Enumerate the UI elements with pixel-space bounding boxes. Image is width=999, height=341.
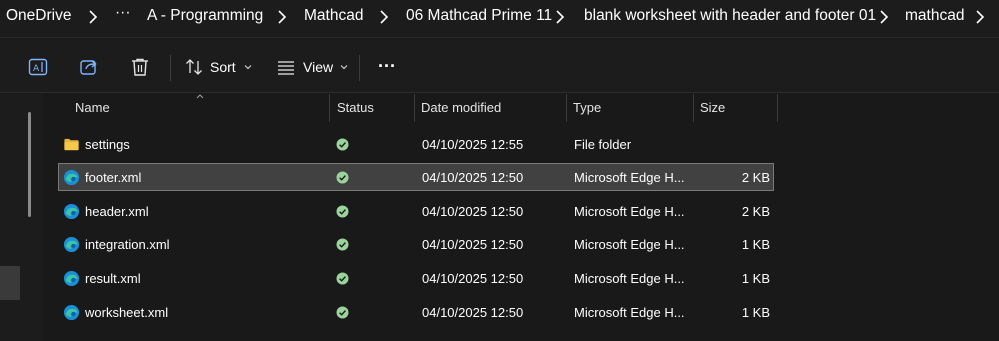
file-size: 1 KB	[741, 271, 770, 286]
view-icon	[278, 61, 294, 75]
synced-check-icon	[336, 272, 349, 285]
chevron-down-icon	[340, 65, 348, 70]
file-type: Microsoft Edge H...	[574, 305, 685, 320]
command-bar: A Sort View ···	[0, 39, 999, 93]
file-row-header-xml[interactable]: header.xml 04/10/2025 12:50 Microsoft Ed…	[58, 197, 774, 225]
folder-icon	[64, 138, 79, 151]
edge-icon	[63, 236, 80, 253]
breadcrumb-item-onedrive[interactable]: OneDrive	[6, 7, 71, 25]
file-type: Microsoft Edge H...	[574, 271, 685, 286]
column-divider[interactable]	[777, 94, 778, 122]
edge-icon	[63, 304, 80, 321]
file-size: 2 KB	[741, 170, 770, 185]
file-size: 1 KB	[741, 305, 770, 320]
file-row-settings[interactable]: settings 04/10/2025 12:55 File folder	[58, 130, 774, 158]
view-label: View	[303, 59, 334, 75]
file-size: 1 KB	[741, 237, 770, 252]
file-name: result.xml	[85, 271, 141, 286]
synced-check-icon	[336, 171, 349, 184]
synced-check-icon	[336, 138, 349, 151]
column-header-status[interactable]: Status	[337, 100, 374, 115]
toolbar-divider	[170, 55, 171, 81]
share-icon	[80, 60, 97, 75]
column-header-name[interactable]: Name	[75, 100, 110, 115]
synced-check-icon	[336, 238, 349, 251]
navigation-selected-item[interactable]	[0, 266, 20, 300]
toolbar-divider	[359, 55, 360, 81]
chevron-right-icon[interactable]	[553, 8, 567, 26]
chevron-right-icon[interactable]	[275, 8, 289, 26]
column-divider[interactable]	[414, 94, 415, 122]
column-divider[interactable]	[329, 94, 330, 122]
breadcrumb: OneDrive ··· A - Programming Mathcad 06 …	[0, 0, 999, 38]
breadcrumb-item-mathcad-folder[interactable]: mathcad	[905, 7, 964, 25]
file-type: Microsoft Edge H...	[574, 237, 685, 252]
synced-check-icon	[336, 306, 349, 319]
file-date-modified: 04/10/2025 12:50	[422, 170, 524, 185]
sort-icon	[186, 59, 202, 75]
file-row-result-xml[interactable]: result.xml 04/10/2025 12:50 Microsoft Ed…	[58, 264, 774, 292]
edge-icon	[63, 169, 80, 186]
rename-button[interactable]: A	[27, 54, 49, 80]
share-button[interactable]	[78, 54, 100, 80]
chevron-right-icon[interactable]	[973, 8, 987, 26]
breadcrumb-item-mathcad-prime[interactable]: 06 Mathcad Prime 11	[406, 7, 552, 25]
file-date-modified: 04/10/2025 12:55	[422, 137, 524, 152]
file-type: File folder	[574, 137, 632, 152]
chevron-right-icon[interactable]	[377, 8, 391, 26]
file-name: footer.xml	[85, 170, 142, 185]
sort-button[interactable]: Sort	[184, 54, 254, 80]
column-divider[interactable]	[566, 94, 567, 122]
file-type: Microsoft Edge H...	[574, 170, 685, 185]
file-name: settings	[85, 137, 130, 152]
file-size: 2 KB	[741, 204, 770, 219]
chevron-right-icon[interactable]	[86, 8, 100, 26]
file-date-modified: 04/10/2025 12:50	[422, 305, 524, 320]
more-options-button[interactable]: ···	[378, 53, 396, 79]
column-header-date-modified[interactable]: Date modified	[421, 100, 501, 115]
navigation-pane	[0, 94, 42, 341]
file-name: header.xml	[85, 204, 149, 219]
edge-icon	[63, 203, 80, 220]
file-type: Microsoft Edge H...	[574, 204, 685, 219]
breadcrumb-item-blank-worksheet[interactable]: blank worksheet with header and footer 0…	[584, 7, 876, 25]
chevron-right-icon[interactable]	[877, 8, 891, 26]
file-date-modified: 04/10/2025 12:50	[422, 271, 524, 286]
navigation-scrollbar[interactable]	[28, 112, 31, 217]
edge-icon	[63, 270, 80, 287]
file-name: worksheet.xml	[85, 305, 169, 320]
file-row-footer-xml[interactable]: footer.xml 04/10/2025 12:50 Microsoft Ed…	[58, 163, 774, 191]
column-header-type[interactable]: Type	[573, 100, 601, 115]
column-header-size[interactable]: Size	[700, 100, 725, 115]
delete-button[interactable]	[129, 54, 151, 80]
chevron-down-icon	[244, 65, 252, 70]
svg-text:A: A	[33, 64, 40, 74]
file-row-worksheet-xml[interactable]: worksheet.xml 04/10/2025 12:50 Microsoft…	[58, 298, 774, 326]
breadcrumb-item-mathcad[interactable]: Mathcad	[304, 7, 363, 25]
rename-icon: A	[28, 58, 48, 76]
file-list: Name Status Date modified Type Size sett…	[44, 94, 999, 341]
breadcrumb-overflow[interactable]: ···	[115, 4, 131, 22]
sort-label: Sort	[210, 59, 236, 75]
file-row-integration-xml[interactable]: integration.xml 04/10/2025 12:50 Microso…	[58, 230, 774, 258]
synced-check-icon	[336, 205, 349, 218]
view-button[interactable]: View	[276, 54, 350, 80]
breadcrumb-item-a-programming[interactable]: A - Programming	[147, 7, 263, 25]
sort-ascending-icon	[196, 94, 204, 99]
column-divider[interactable]	[693, 94, 694, 122]
column-header-row: Name Status Date modified Type Size	[44, 94, 999, 122]
delete-icon	[132, 58, 148, 76]
file-date-modified: 04/10/2025 12:50	[422, 237, 524, 252]
file-date-modified: 04/10/2025 12:50	[422, 204, 524, 219]
file-name: integration.xml	[85, 237, 170, 252]
